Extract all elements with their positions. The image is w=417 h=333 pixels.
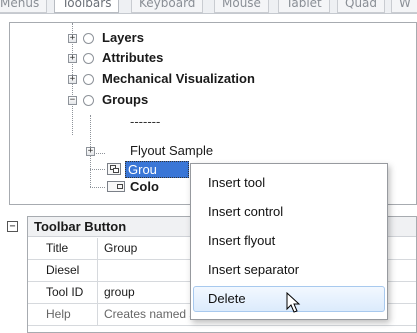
radio-icon xyxy=(83,53,94,64)
tab-tablet[interactable]: Tablet xyxy=(278,0,330,13)
property-name: Help xyxy=(28,304,98,326)
tree-connector-line xyxy=(90,187,105,188)
tree-node-group-selected[interactable]: Grou xyxy=(125,161,189,178)
radio-icon xyxy=(83,33,94,44)
property-value[interactable]: Group xyxy=(104,238,137,260)
tree-node-group-label: Grou xyxy=(128,162,157,177)
tree-node-attributes[interactable]: Attributes xyxy=(102,50,163,65)
color-control-icon xyxy=(107,181,125,192)
expand-icon[interactable]: + xyxy=(68,75,77,84)
menu-item-insert-control[interactable]: Insert control xyxy=(191,199,387,225)
tree-node-mechanical-visualization[interactable]: Mechanical Visualization xyxy=(102,71,255,86)
property-name: Diesel xyxy=(28,260,98,282)
properties-section-title: Toolbar Button xyxy=(34,219,127,234)
tab-keyboard[interactable]: Keyboard xyxy=(131,0,204,13)
tree-node-layers[interactable]: Layers xyxy=(102,30,144,45)
tab-toolbars[interactable]: Toolbars xyxy=(54,0,120,13)
tree-node-separator[interactable]: ------- xyxy=(130,114,160,129)
tab-mouse[interactable]: Mouse xyxy=(214,0,269,13)
property-name: Title xyxy=(28,238,98,260)
radio-icon xyxy=(83,95,94,106)
tab-menus[interactable]: Menus xyxy=(0,0,48,13)
mouse-pointer-icon xyxy=(286,292,301,313)
tree-node-groups[interactable]: Groups xyxy=(102,92,148,107)
menu-item-insert-separator[interactable]: Insert separator xyxy=(191,257,387,283)
expand-icon[interactable]: + xyxy=(86,147,95,156)
radio-icon xyxy=(83,74,94,85)
tab-strip: Menus Toolbars Keyboard Mouse Tablet Qua… xyxy=(0,0,417,14)
menu-item-insert-flyout[interactable]: Insert flyout xyxy=(191,228,387,254)
expand-icon[interactable]: + xyxy=(68,54,77,63)
tab-more[interactable]: W xyxy=(391,0,417,13)
menu-item-insert-tool[interactable]: Insert tool xyxy=(191,170,387,196)
tree-node-color[interactable]: Colo xyxy=(130,179,159,194)
tree-node-flyout-sample[interactable]: Flyout Sample xyxy=(130,143,213,158)
expand-icon[interactable]: + xyxy=(68,34,77,43)
property-value[interactable]: group xyxy=(104,282,135,304)
group-tool-icon xyxy=(107,163,121,175)
collapse-icon[interactable]: − xyxy=(7,221,18,232)
collapse-icon[interactable]: − xyxy=(68,96,77,105)
property-name: Tool ID xyxy=(28,282,98,304)
tree-connector-line xyxy=(90,169,105,170)
tab-quad[interactable]: Quad xyxy=(337,0,386,13)
